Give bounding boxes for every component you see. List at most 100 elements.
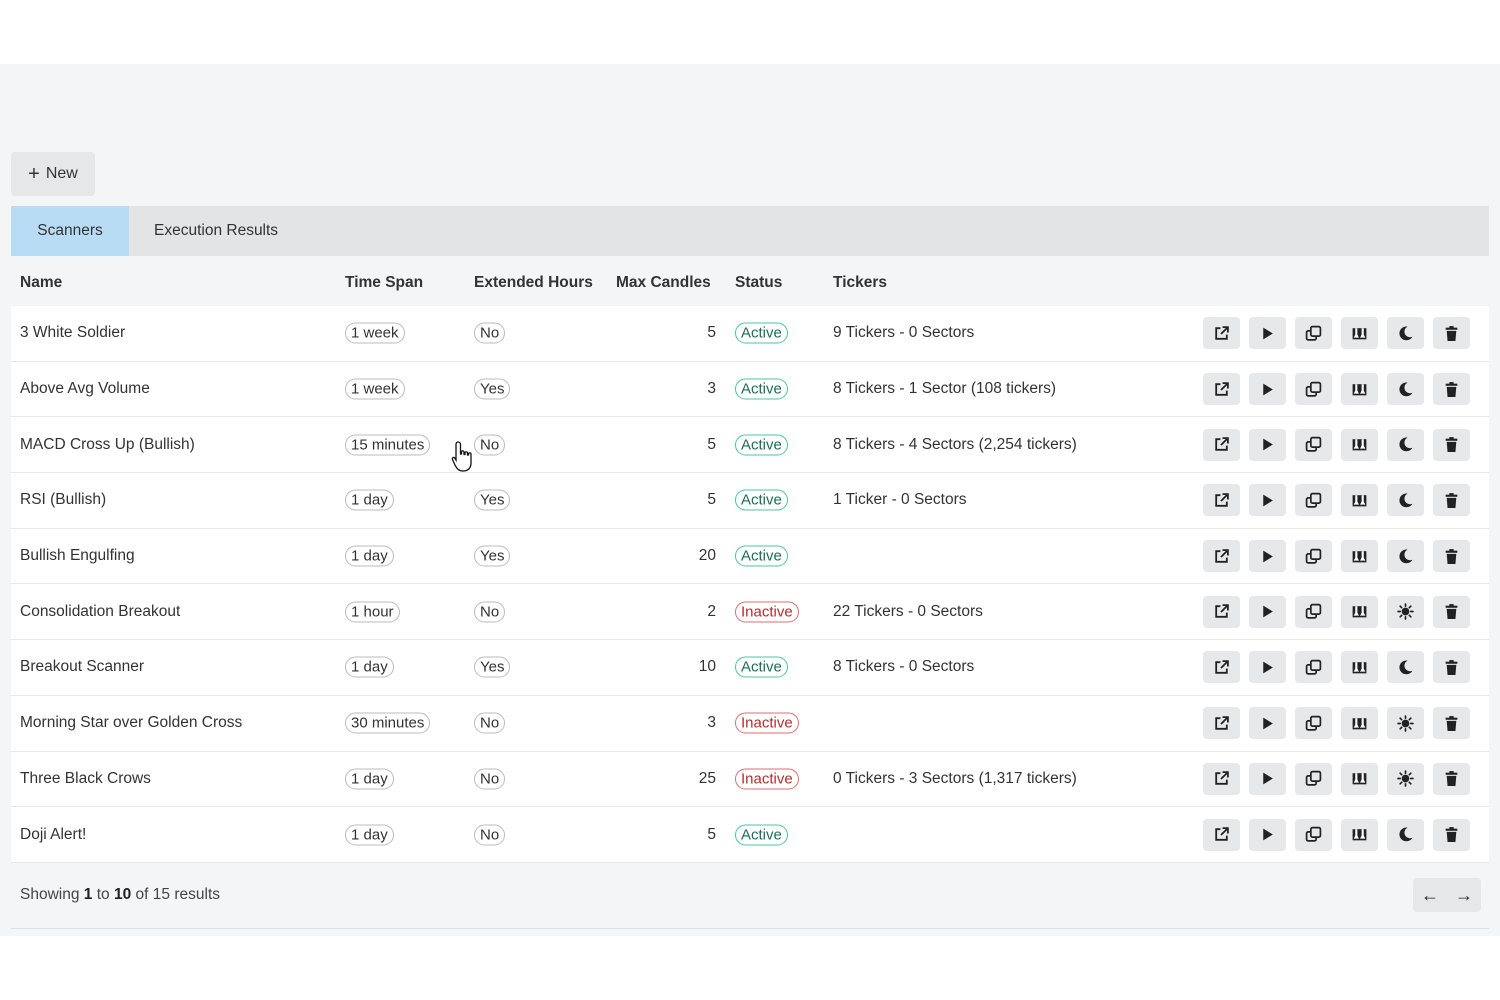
delete-button[interactable] [1433, 540, 1470, 573]
session-toggle-button[interactable] [1387, 428, 1424, 461]
run-button[interactable] [1249, 707, 1286, 740]
backtest-button[interactable] [1341, 484, 1378, 517]
duplicate-button[interactable] [1295, 428, 1332, 461]
table-row[interactable]: Three Black Crows 1 day No 25 Inactive 0 Tick… [11, 752, 1489, 808]
header-extended-hours[interactable]: Extended Hours [474, 274, 593, 292]
duplicate-button[interactable] [1295, 707, 1332, 740]
session-toggle-button[interactable] [1387, 595, 1424, 628]
time-span-badge: 1 hour [345, 601, 400, 623]
table-row[interactable]: MACD Cross Up (Bullish) 15 minutes No 5 Acti… [11, 417, 1489, 474]
open-button[interactable] [1203, 818, 1240, 851]
scanner-name[interactable]: 3 White Soldier [20, 324, 125, 342]
scanner-name[interactable]: Consolidation Breakout [20, 603, 180, 621]
scanner-name[interactable]: Doji Alert! [20, 826, 86, 844]
run-button[interactable] [1249, 651, 1286, 684]
session-toggle-button[interactable] [1387, 484, 1424, 517]
run-button[interactable] [1249, 540, 1286, 573]
flask-icon [1351, 548, 1368, 565]
header-tickers[interactable]: Tickers [833, 274, 887, 292]
duplicate-button[interactable] [1295, 540, 1332, 573]
open-button[interactable] [1203, 373, 1240, 406]
open-button[interactable] [1203, 428, 1240, 461]
table-row[interactable]: Breakout Scanner 1 day Yes 10 Active 8 Ticker… [11, 640, 1489, 696]
scanner-name[interactable]: MACD Cross Up (Bullish) [20, 436, 195, 454]
session-toggle-button[interactable] [1387, 317, 1424, 350]
session-toggle-button[interactable] [1387, 540, 1424, 573]
duplicate-button[interactable] [1295, 762, 1332, 795]
backtest-button[interactable] [1341, 373, 1378, 406]
open-button[interactable] [1203, 484, 1240, 517]
run-button[interactable] [1249, 818, 1286, 851]
delete-button[interactable] [1433, 762, 1470, 795]
open-button[interactable] [1203, 707, 1240, 740]
run-button[interactable] [1249, 428, 1286, 461]
row-actions [1203, 762, 1470, 795]
table-row[interactable]: Doji Alert! 1 day No 5 Active [11, 807, 1489, 863]
open-button[interactable] [1203, 540, 1240, 573]
scanner-name[interactable]: Bullish Engulfing [20, 547, 135, 565]
backtest-button[interactable] [1341, 762, 1378, 795]
time-span-badge: 1 day [345, 656, 394, 678]
status-badge: Active [735, 545, 788, 567]
table-row[interactable]: Above Avg Volume 1 week Yes 3 Active 8 Ticker… [11, 362, 1489, 418]
run-button[interactable] [1249, 484, 1286, 517]
run-button[interactable] [1249, 762, 1286, 795]
extended-hours-badge: No [474, 601, 506, 623]
new-scanner-button[interactable]: + New [11, 152, 95, 196]
open-button[interactable] [1203, 762, 1240, 795]
table-row[interactable]: Consolidation Breakout 1 hour No 2 Inactive 2… [11, 584, 1489, 641]
scanner-name[interactable]: Breakout Scanner [20, 658, 144, 676]
backtest-button[interactable] [1341, 707, 1378, 740]
session-toggle-button[interactable] [1387, 373, 1424, 406]
backtest-button[interactable] [1341, 651, 1378, 684]
table-row[interactable]: 3 White Soldier 1 week No 5 Active 9 Tickers … [11, 306, 1489, 362]
open-button[interactable] [1203, 595, 1240, 628]
duplicate-button[interactable] [1295, 818, 1332, 851]
duplicate-button[interactable] [1295, 595, 1332, 628]
table-row[interactable]: RSI (Bullish) 1 day Yes 5 Active 1 Ticker - 0… [11, 473, 1489, 529]
status-badge: Inactive [735, 601, 799, 623]
delete-button[interactable] [1433, 595, 1470, 628]
scanner-name[interactable]: Morning Star over Golden Cross [20, 714, 242, 732]
tab-scanners[interactable]: Scanners [11, 206, 129, 256]
header-max-candles[interactable]: Max Candles [616, 274, 711, 292]
delete-button[interactable] [1433, 707, 1470, 740]
delete-button[interactable] [1433, 317, 1470, 350]
session-toggle-button[interactable] [1387, 762, 1424, 795]
duplicate-button[interactable] [1295, 484, 1332, 517]
run-button[interactable] [1249, 317, 1286, 350]
delete-button[interactable] [1433, 651, 1470, 684]
delete-button[interactable] [1433, 484, 1470, 517]
scanner-name[interactable]: RSI (Bullish) [20, 491, 106, 509]
table-row[interactable]: Morning Star over Golden Cross 30 minutes… [11, 696, 1489, 752]
header-status[interactable]: Status [735, 274, 782, 292]
session-toggle-button[interactable] [1387, 818, 1424, 851]
scanner-name[interactable]: Above Avg Volume [20, 380, 150, 398]
session-toggle-button[interactable] [1387, 707, 1424, 740]
backtest-button[interactable] [1341, 595, 1378, 628]
open-button[interactable] [1203, 317, 1240, 350]
backtest-button[interactable] [1341, 540, 1378, 573]
delete-button[interactable] [1433, 428, 1470, 461]
duplicate-button[interactable] [1295, 651, 1332, 684]
header-name[interactable]: Name [20, 274, 62, 292]
duplicate-button[interactable] [1295, 317, 1332, 350]
open-button[interactable] [1203, 651, 1240, 684]
backtest-button[interactable] [1341, 428, 1378, 461]
scanner-name[interactable]: Three Black Crows [20, 770, 151, 788]
session-toggle-button[interactable] [1387, 651, 1424, 684]
duplicate-button[interactable] [1295, 373, 1332, 406]
arrow-right-icon[interactable]: → [1447, 878, 1481, 912]
run-button[interactable] [1249, 595, 1286, 628]
delete-button[interactable] [1433, 373, 1470, 406]
backtest-button[interactable] [1341, 317, 1378, 350]
delete-button[interactable] [1433, 818, 1470, 851]
arrow-left-icon[interactable]: ← [1413, 878, 1447, 912]
row-actions [1203, 651, 1470, 684]
table-row[interactable]: Bullish Engulfing 1 day Yes 20 Active [11, 529, 1489, 585]
play-icon [1259, 381, 1276, 398]
backtest-button[interactable] [1341, 818, 1378, 851]
tab-execution-results[interactable]: Execution Results [129, 206, 303, 256]
run-button[interactable] [1249, 373, 1286, 406]
header-time-span[interactable]: Time Span [345, 274, 423, 292]
